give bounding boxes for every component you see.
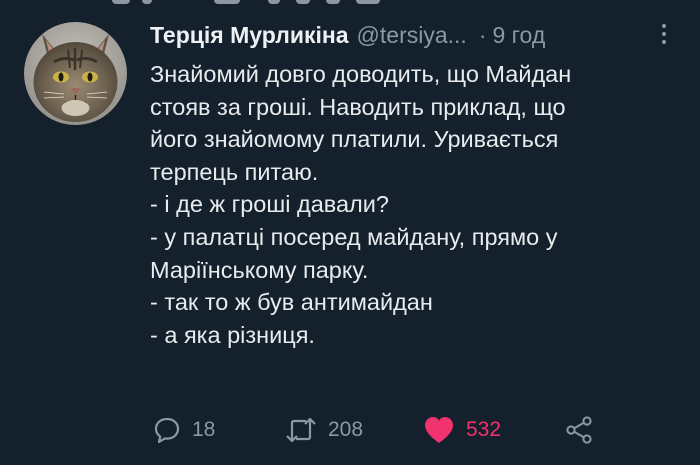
tweet-header: Терція Мурликіна @tersiya... · 9 год [150,20,680,50]
tweet-text-line: терпець питаю. [150,158,319,185]
retweet-button[interactable]: 208 [284,410,363,450]
like-count: 532 [466,418,502,441]
retweet-count: 208 [328,418,364,441]
retweet-icon [286,417,316,443]
tweet-text-line: - так то ж був антимайдан [150,289,433,316]
cat-avatar-image [24,22,127,125]
more-options-icon[interactable] [660,24,668,46]
tweet-text-line: Знайомий довго доводить, що Майдан [150,61,572,87]
tweet-text-line: - а яка різниця. [150,321,315,348]
reply-count: 18 [192,418,216,441]
author-handle[interactable]: @tersiya... [357,22,467,49]
tweet-actions-bar: 18 208 532 [150,410,690,450]
tweet-text-line: його знайомому платили. Уривається [150,126,559,153]
tweet-text-line: - і де ж гроші давали? [150,191,389,218]
tweet-text: Знайомий довго доводить, що Майдан стояв… [150,58,690,351]
heart-filled-icon [425,417,453,443]
like-button[interactable]: 532 [422,410,501,450]
share-icon [566,416,592,444]
avatar[interactable] [24,22,127,125]
tweet-timestamp[interactable]: 9 год [492,22,545,49]
share-button[interactable] [564,410,594,450]
header-separator: · [478,21,487,48]
reply-bubble-icon [154,417,180,444]
reply-button[interactable]: 18 [152,410,215,450]
tweet-text-line: Маріїнському парку. [150,256,369,283]
tweet-card[interactable]: Терція Мурликіна @tersiya... · 9 год Зна… [0,0,700,465]
author-name[interactable]: Терція Мурликіна [150,22,349,49]
tweet-text-line: стояв за гроші. Наводить приклад, що [150,93,566,120]
tweet-text-line: - у палатці посеред майдану, прямо у [150,223,558,250]
